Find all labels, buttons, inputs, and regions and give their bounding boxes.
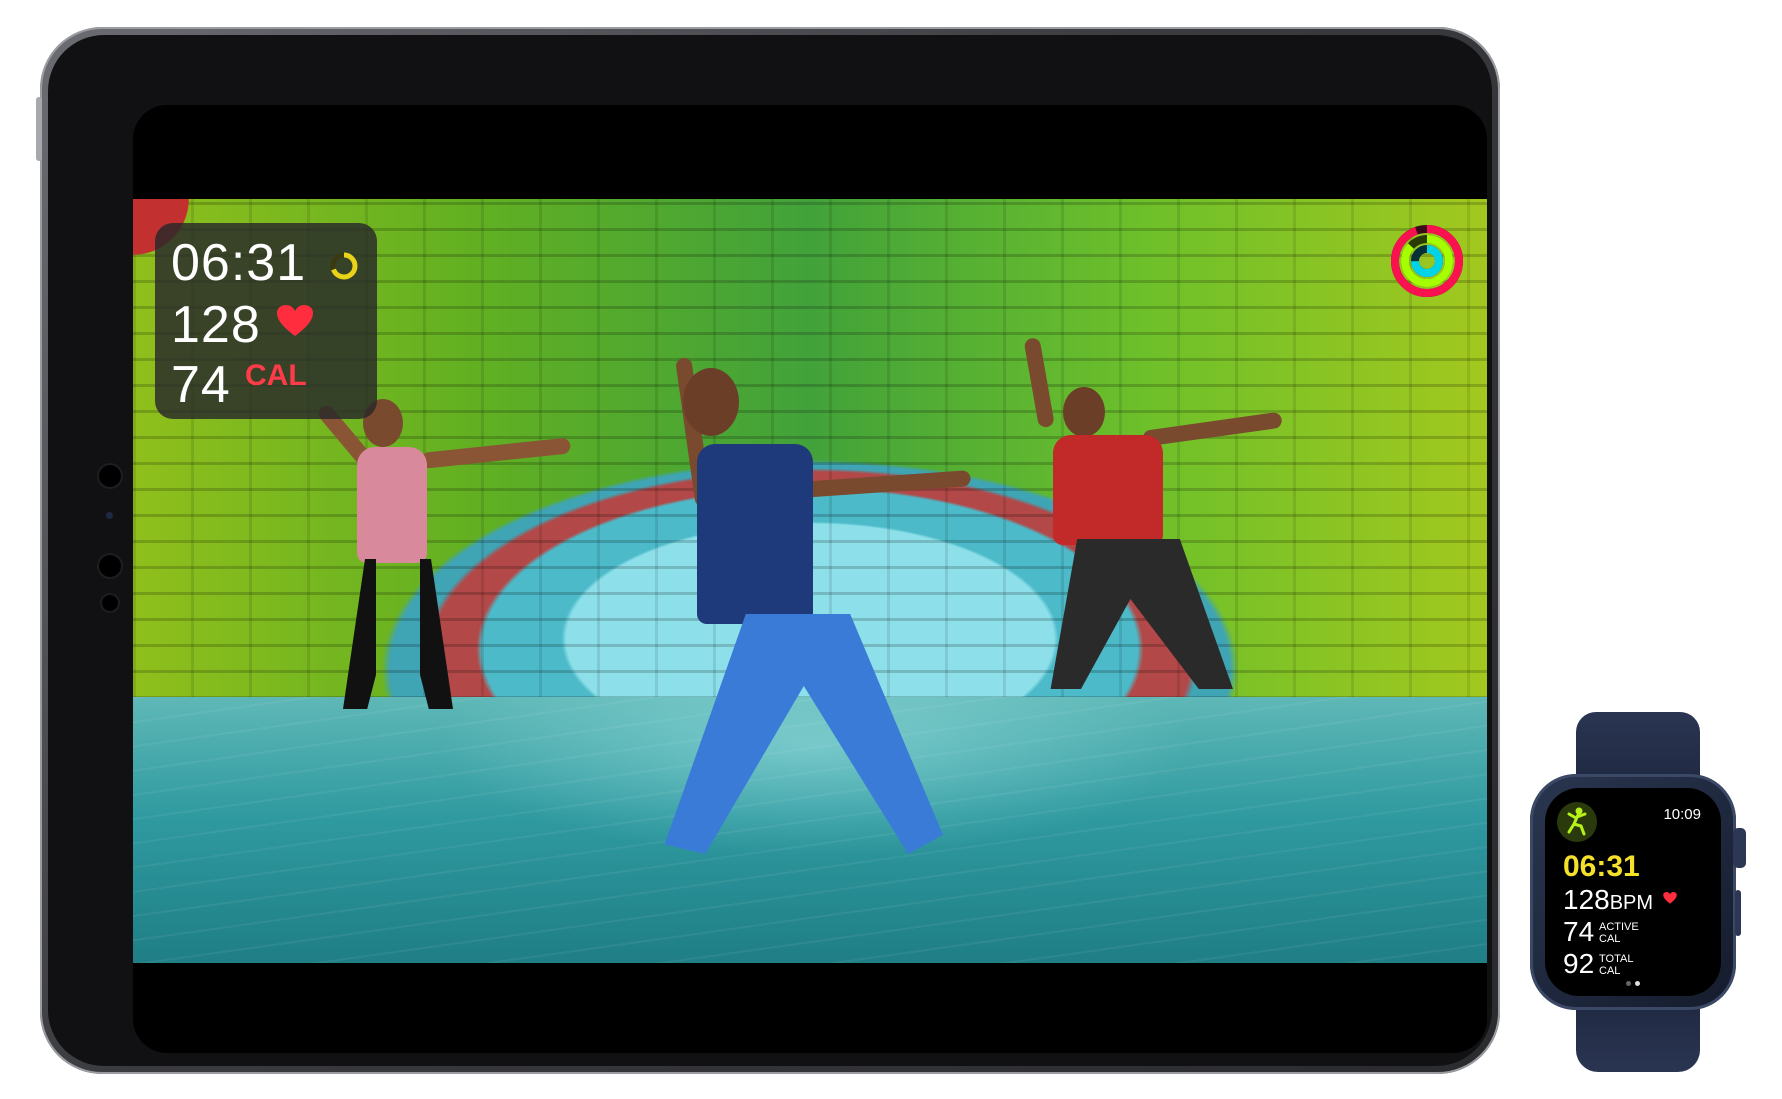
top-button [36,97,42,161]
page-dot-active [1635,981,1640,986]
camera-lens [99,465,121,487]
activity-rings-icon [1391,225,1463,297]
page-indicator [1626,981,1640,986]
trainer-center [613,324,983,864]
watch-heart-rate: 128BPM [1563,884,1653,916]
heart-rate-value: 128 [171,296,261,354]
watch-elapsed-time: 06:31 [1563,850,1640,883]
heart-icon [277,305,313,336]
watch-heart-rate-value: 128 [1563,884,1610,915]
watch-total-calories: 92 [1563,948,1595,979]
watch-screen: 10:09 06:31 128BPM 74 ACTIVE CAL 92 TOTA… [1545,788,1721,996]
mini-ring-icon [330,252,358,280]
calories-unit: CAL [245,359,307,392]
watch-active-unit-1: ACTIVE [1599,921,1639,933]
watch-heart-icon [1663,892,1677,904]
watch-clock: 10:09 [1663,806,1701,823]
trainer-left [303,379,572,719]
watch-active-calories: 74 [1563,916,1595,947]
camera-flash [102,595,118,611]
camera-sensor [106,512,113,519]
watch-total-unit-1: TOTAL [1599,953,1634,965]
calories-value: 74 [171,356,231,414]
watch-heart-rate-unit: BPM [1609,892,1654,914]
watch-total-unit-2: CAL [1599,965,1621,977]
camera-lens-2 [99,555,121,577]
trainer-right [1023,336,1303,699]
watch-active-unit-2: CAL [1599,933,1621,945]
workout-metrics-overlay: 06:31 128 74 CAL [155,223,377,419]
digital-crown[interactable] [1733,828,1746,868]
page-dot [1626,981,1631,986]
ipad-screen: 06:31 128 74 CAL [133,105,1487,1053]
ipad-device: 06:31 128 74 CAL [36,27,1500,1074]
dance-workout-icon[interactable] [1557,802,1597,842]
side-button[interactable] [1735,890,1741,936]
elapsed-time: 06:31 [171,234,307,292]
